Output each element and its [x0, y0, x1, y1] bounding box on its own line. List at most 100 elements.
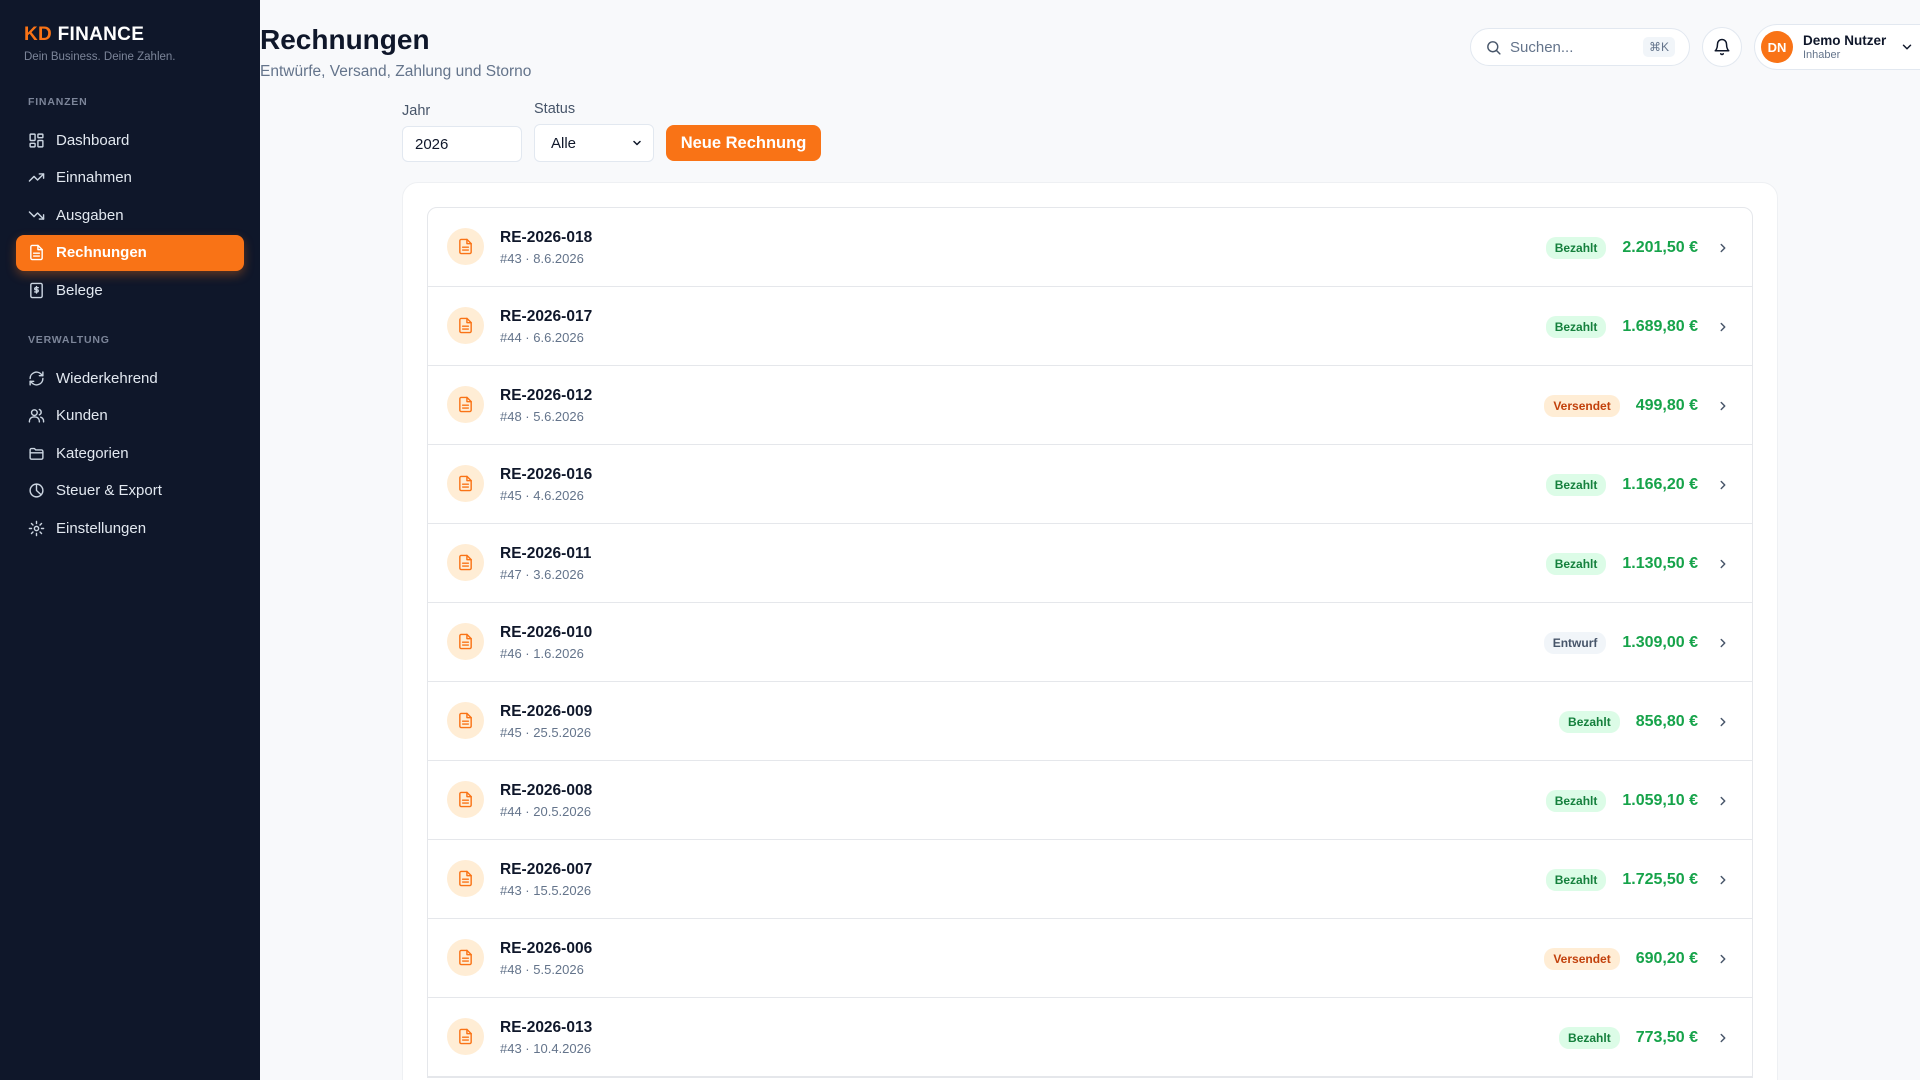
row-chevron[interactable] [1716, 873, 1730, 887]
row-chevron[interactable] [1716, 557, 1730, 571]
row-chevron[interactable] [1716, 399, 1730, 413]
row-chevron[interactable] [1716, 1031, 1730, 1045]
invoice-row-right: Bezahlt 856,80 € [1559, 682, 1730, 761]
chevron-right-icon [1720, 480, 1726, 489]
sidebar-item-kunden[interactable]: Kunden [16, 398, 244, 434]
invoice-amount: 690,20 € [1635, 949, 1698, 967]
trending-down-icon [28, 210, 45, 220]
invoice-number: RE-2026-006 [500, 940, 593, 957]
invoice-icon-wrap [447, 702, 484, 739]
invoice-amount: 2.201,50 € [1622, 238, 1698, 256]
sidebar: KD FINANCE Dein Business. Deine Zahlen. … [0, 0, 260, 1080]
sidebar-item-einnahmen[interactable]: Einnahmen [16, 160, 244, 196]
sidebar-item-wiederkehrend[interactable]: Wiederkehrend [16, 360, 244, 396]
sidebar-item-einstellungen[interactable]: Einstellungen [16, 510, 244, 546]
invoice-number: RE-2026-011 [500, 545, 592, 562]
status-badge: Versendet [1544, 394, 1620, 417]
receipt-icon [30, 282, 43, 299]
chevron-down-icon [633, 140, 641, 146]
chevron-right-icon [1720, 559, 1726, 568]
status-badge: Versendet [1544, 947, 1620, 970]
search-box[interactable]: ⌘K [1470, 28, 1690, 66]
new-invoice-button[interactable]: Neue Rechnung [666, 125, 821, 161]
invoice-row[interactable]: RE-2026-016 #45 · 4.6.2026 Bezahlt 1.166… [428, 445, 1752, 524]
invoice-meta: #46 · 1.6.2026 [500, 646, 584, 661]
row-chevron[interactable] [1716, 794, 1730, 808]
invoice-amount: 499,80 € [1635, 396, 1698, 414]
invoice-number: RE-2026-012 [500, 387, 593, 404]
row-chevron[interactable] [1716, 952, 1730, 966]
row-chevron[interactable] [1716, 715, 1730, 729]
invoice-row[interactable]: RE-2026-008 #44 · 20.5.2026 Bezahlt 1.05… [428, 761, 1752, 840]
sidebar-item-belege[interactable]: Belege [16, 272, 244, 308]
invoice-row-right: Bezahlt 1.689,80 € [1545, 287, 1730, 366]
status-badge: Bezahlt [1545, 315, 1607, 338]
page-title: Rechnungen [260, 24, 430, 55]
invoice-row[interactable]: RE-2026-017 #44 · 6.6.2026 Bezahlt 1.689… [428, 287, 1752, 366]
sidebar-item-label: Belege [56, 281, 103, 299]
user-info: Demo Nutzer Inhaber [1803, 33, 1886, 61]
pie-chart-icon [29, 483, 44, 498]
invoice-row[interactable]: RE-2026-012 #48 · 5.6.2026 Versendet 499… [428, 366, 1752, 445]
search-icon [1487, 40, 1501, 55]
chevron-right-icon [1720, 1033, 1726, 1042]
invoice-text: RE-2026-008 #44 · 20.5.2026 [500, 782, 592, 819]
sidebar-item-label: Wiederkehrend [56, 369, 158, 387]
invoice-number: RE-2026-016 [500, 466, 593, 483]
invoice-meta: #45 · 25.5.2026 [500, 725, 592, 740]
sidebar-item-ausgaben[interactable]: Ausgaben [16, 197, 244, 233]
invoice-text: RE-2026-016 #45 · 4.6.2026 [500, 466, 592, 503]
invoice-row-right: Bezahlt 773,50 € [1559, 998, 1730, 1077]
brand-logo[interactable]: KD FINANCE Dein Business. Deine Zahlen. [24, 24, 176, 63]
invoice-icon-wrap [447, 228, 484, 265]
invoice-row-right: Bezahlt 1.059,10 € [1545, 761, 1730, 840]
avatar: DN [1761, 31, 1793, 63]
invoice-row[interactable]: RE-2026-009 #45 · 25.5.2026 Bezahlt 856,… [428, 682, 1752, 761]
invoice-text: RE-2026-011 #47 · 3.6.2026 [500, 545, 591, 582]
users-icon [28, 408, 45, 423]
sidebar-item-label: Ausgaben [56, 206, 124, 224]
file-text-icon [459, 317, 472, 334]
invoice-number: RE-2026-007 [500, 861, 593, 878]
invoice-row[interactable]: RE-2026-011 #47 · 3.6.2026 Bezahlt 1.130… [428, 524, 1752, 603]
invoice-row-right: Bezahlt 1.130,50 € [1545, 524, 1730, 603]
row-chevron[interactable] [1716, 636, 1730, 650]
invoice-icon-wrap [447, 781, 484, 818]
invoice-row[interactable]: RE-2026-010 #46 · 1.6.2026 Entwurf 1.309… [428, 603, 1752, 682]
sidebar-item-steuer-export[interactable]: Steuer & Export [16, 473, 244, 509]
invoice-number: RE-2026-009 [500, 703, 593, 720]
status-select[interactable]: Alle [534, 124, 654, 162]
invoice-row[interactable]: RE-2026-006 #48 · 5.5.2026 Versendet 690… [428, 919, 1752, 998]
invoice-icon-wrap [447, 860, 484, 897]
sidebar-item-dashboard[interactable]: Dashboard [16, 122, 244, 158]
nav-section-finance: FINANZEN Dashboard Einnahmen Ausgaben Re… [16, 96, 244, 310]
file-text-icon [30, 244, 43, 261]
row-chevron[interactable] [1716, 478, 1730, 492]
chevron-right-icon [1720, 243, 1726, 252]
notifications-button[interactable] [1702, 27, 1742, 67]
invoice-number: RE-2026-013 [500, 1019, 593, 1036]
search-input[interactable] [1510, 38, 1630, 56]
invoice-text: RE-2026-012 #48 · 5.6.2026 [500, 387, 592, 424]
invoice-number: RE-2026-008 [500, 782, 593, 799]
page-subtitle: Entwürfe, Versand, Zahlung und Storno [260, 63, 532, 80]
chevron-right-icon [1720, 638, 1726, 647]
sidebar-item-kategorien[interactable]: Kategorien [16, 435, 244, 471]
sidebar-item-label: Rechnungen [56, 244, 147, 262]
row-chevron[interactable] [1716, 320, 1730, 334]
chevron-right-icon [1720, 875, 1726, 884]
invoice-row[interactable]: RE-2026-018 #43 · 8.6.2026 Bezahlt 2.201… [428, 208, 1752, 287]
year-input[interactable] [402, 126, 522, 162]
invoice-row[interactable]: RE-2026-007 #43 · 15.5.2026 Bezahlt 1.72… [428, 840, 1752, 919]
invoice-row[interactable]: RE-2026-013 #43 · 10.4.2026 Bezahlt 773,… [428, 998, 1752, 1077]
file-text-icon [459, 791, 472, 808]
sidebar-item-rechnungen[interactable]: Rechnungen [16, 234, 244, 271]
invoice-text: RE-2026-018 #43 · 8.6.2026 [500, 229, 592, 266]
row-chevron[interactable] [1716, 241, 1730, 255]
user-menu[interactable]: DN Demo Nutzer Inhaber [1754, 24, 1920, 70]
invoice-icon-wrap [447, 623, 484, 660]
folder-icon [29, 447, 44, 460]
bell-icon [1714, 38, 1730, 56]
chevron-right-icon [1720, 796, 1726, 805]
invoice-row-right: Versendet 499,80 € [1544, 366, 1730, 445]
